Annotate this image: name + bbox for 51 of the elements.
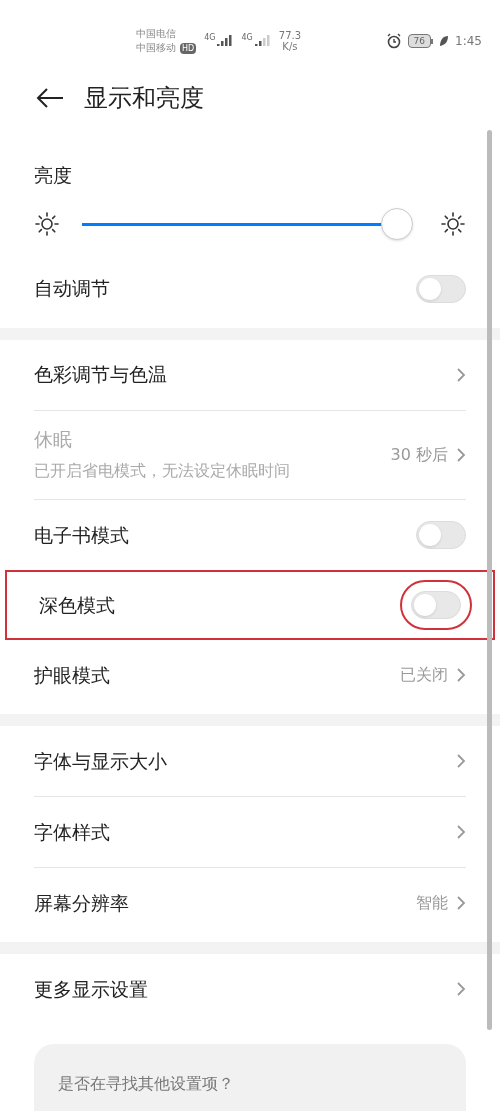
setting-label: 字体样式	[34, 819, 110, 845]
setting-label: 字体与显示大小	[34, 748, 167, 774]
carrier-name: 中国移动	[136, 41, 176, 55]
chevron-right-icon	[456, 895, 466, 911]
setting-label: 护眼模式	[34, 662, 110, 688]
chevron-right-icon	[456, 667, 466, 683]
setting-row[interactable]: 色彩调节与色温	[0, 339, 500, 410]
chevron-right-icon	[456, 981, 466, 997]
signal-icon	[254, 34, 271, 48]
setting-value: 已关闭	[400, 664, 448, 686]
card-title: 是否在寻找其他设置项？	[58, 1074, 234, 1093]
back-arrow-icon[interactable]	[36, 86, 64, 109]
toggle-switch[interactable]	[416, 274, 466, 303]
network-speed: 77.3	[278, 30, 302, 41]
setting-row[interactable]: 字体样式	[0, 797, 500, 867]
setting-row[interactable]: 自动调节	[0, 253, 500, 324]
chevron-right-icon	[456, 366, 466, 383]
alarm-clock-icon	[385, 33, 402, 49]
setting-label: 电子书模式	[34, 522, 129, 548]
sun-large-icon	[440, 210, 466, 237]
chevron-right-icon	[456, 753, 466, 769]
setting-label: 深色模式	[39, 592, 115, 618]
hd-badge: HD	[180, 42, 197, 54]
network-type: 4G	[204, 34, 216, 42]
battery-indicator: 76	[407, 34, 432, 48]
setting-label: 色彩调节与色温	[34, 362, 167, 388]
section-label: 亮度	[34, 164, 72, 186]
setting-value: 智能	[416, 892, 448, 914]
setting-label: 更多显示设置	[34, 976, 148, 1002]
chevron-right-icon	[456, 446, 466, 463]
setting-row[interactable]: 护眼模式 已关闭	[0, 640, 500, 710]
sun-small-icon	[34, 210, 60, 237]
setting-label: 自动调节	[34, 276, 110, 302]
setting-row[interactable]: 屏幕分辨率 智能	[0, 868, 500, 938]
network-type: 4G	[241, 34, 253, 42]
setting-value: 30 秒后	[390, 443, 448, 466]
speed-unit: K/s	[282, 41, 298, 52]
setting-row[interactable]: 电子书模式	[0, 500, 500, 570]
signal-icon	[217, 34, 234, 48]
toggle-switch[interactable]	[416, 521, 466, 549]
page-title: 显示和亮度	[84, 82, 204, 114]
leaf-icon	[439, 35, 450, 47]
setting-description: 已开启省电模式，无法设定休眠时间	[34, 460, 290, 482]
carrier-name: 中国电信	[136, 27, 177, 41]
setting-label: 休眠	[34, 426, 73, 452]
setting-label: 屏幕分辨率	[34, 890, 129, 916]
chevron-right-icon	[456, 824, 466, 840]
setting-row[interactable]: 更多显示设置	[0, 954, 500, 1024]
setting-row[interactable]: 字体与显示大小	[0, 726, 500, 796]
clock-time: 1:45	[455, 33, 482, 50]
highlighted-setting-row[interactable]: 深色模式	[5, 570, 495, 640]
